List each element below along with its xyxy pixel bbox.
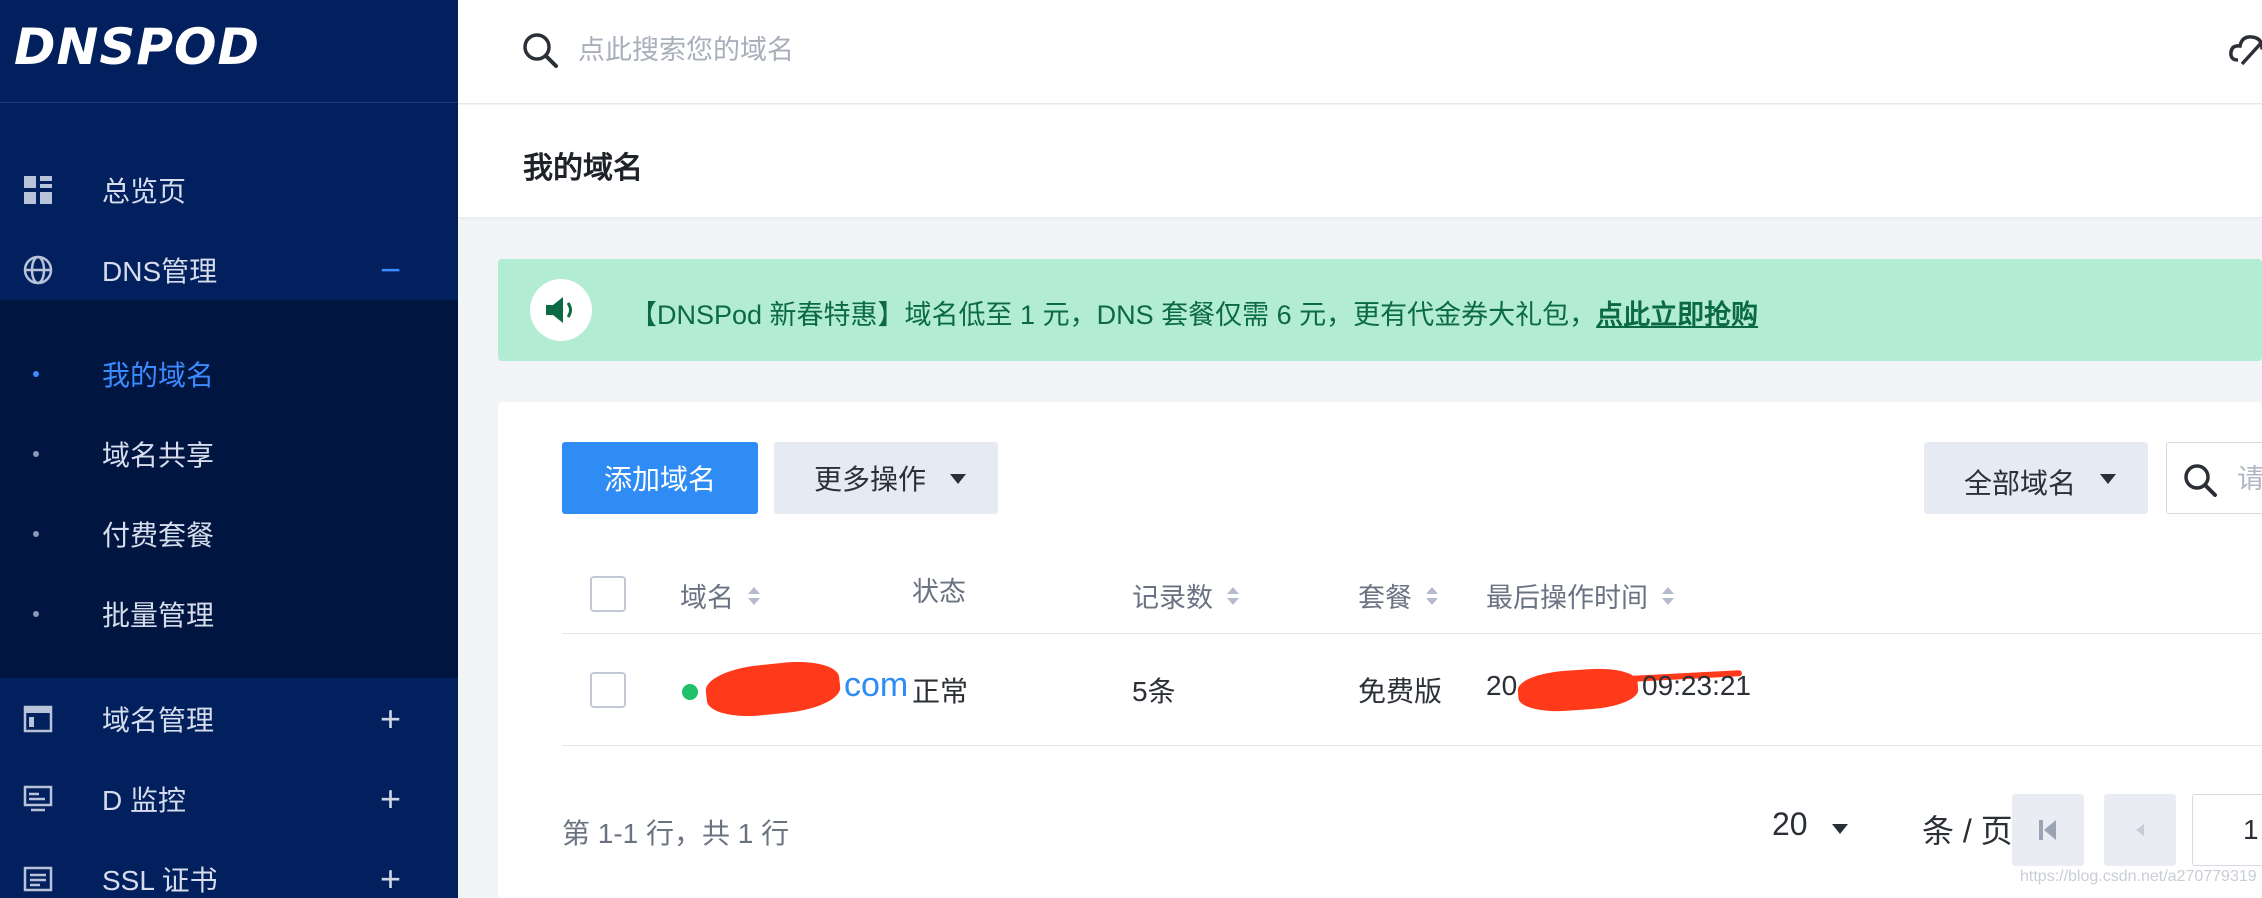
submenu-item-label: 我的域名: [102, 360, 215, 391]
domain-filter-dropdown[interactable]: 全部域名: [1924, 442, 2148, 514]
column-label: 记录数: [1132, 583, 1213, 613]
dnspod-logo[interactable]: DNSPOD: [14, 18, 260, 84]
redaction-mark: [703, 657, 843, 721]
domain-list-card: 添加域名 更多操作 全部域名 域名 状态 记录数 套餐 最后操作时间 com 正…: [498, 402, 2262, 898]
sort-icon[interactable]: [1227, 585, 1239, 607]
divider: [0, 102, 458, 103]
caret-down-icon[interactable]: [1832, 824, 1848, 834]
page-header: 我的域名: [458, 105, 2262, 217]
sidebar: DNSPOD 总览页 DNS管理 − 我的域名 域名共享 付费套餐 批量管理 域…: [0, 0, 458, 898]
sidebar-item-ssl-certificate[interactable]: SSL 证书 +: [0, 839, 458, 898]
pagination-summary: 第 1-1 行，共 1 行: [562, 818, 790, 849]
table-row: com 正常 5条 免费版 20 09:23:21: [562, 634, 2262, 746]
chevron-left-icon: [2136, 824, 2144, 836]
dashboard-grid-icon: [22, 174, 54, 206]
submenu-item-label: 域名共享: [102, 440, 215, 471]
column-plan[interactable]: 套餐: [1358, 576, 1438, 615]
page-size-select[interactable]: 20: [1772, 806, 1808, 843]
column-label: 状态: [912, 577, 966, 607]
table-search-box[interactable]: [2166, 442, 2262, 514]
globe-icon: [22, 254, 54, 286]
submenu-item-label: 批量管理: [102, 600, 215, 631]
time-suffix-cell: 09:23:21: [1642, 670, 1751, 701]
sidebar-item-label: D 监控: [102, 785, 187, 816]
first-page-button[interactable]: [2012, 794, 2084, 866]
sort-icon[interactable]: [1426, 585, 1438, 607]
bullet-dot: [33, 371, 39, 377]
table-header: 域名 状态 记录数 套餐 最后操作时间: [562, 554, 2262, 634]
sidebar-item-label: 总览页: [102, 176, 187, 207]
sidebar-item-label: 域名管理: [102, 705, 215, 736]
column-label: 域名: [680, 583, 734, 613]
sort-icon[interactable]: [748, 585, 760, 607]
sidebar-item-label: SSL 证书: [102, 865, 218, 896]
column-last-modified[interactable]: 最后操作时间: [1486, 576, 1674, 615]
select-all-checkbox[interactable]: [590, 576, 626, 612]
sidebar-item-overview[interactable]: 总览页: [0, 150, 458, 230]
records-cell: 5条: [1132, 676, 1176, 707]
first-page-icon: [2039, 820, 2056, 840]
domain-filter-label: 全部域名: [1964, 468, 2077, 499]
sidebar-item-domain-management[interactable]: 域名管理 +: [0, 679, 458, 759]
page-title: 我的域名: [523, 152, 643, 185]
more-actions-dropdown[interactable]: 更多操作: [774, 442, 998, 514]
caret-down-icon: [950, 474, 966, 484]
status-cell: 正常: [912, 676, 969, 707]
expand-icon[interactable]: +: [380, 778, 401, 820]
expand-icon[interactable]: +: [380, 858, 401, 898]
speaker-icon: [530, 279, 592, 341]
cloud-icon[interactable]: [2228, 26, 2262, 70]
sidebar-item-d-monitor[interactable]: D 监控 +: [0, 759, 458, 839]
banner-text: 【DNSPod 新春特惠】域名低至 1 元，DNS 套餐仅需 6 元，更有代金券…: [630, 293, 1758, 332]
sidebar-item-label: DNS管理: [102, 256, 218, 287]
plan-cell: 免费版: [1358, 676, 1443, 707]
submenu-item-domain-sharing[interactable]: 域名共享: [0, 414, 458, 494]
dns-submenu: 我的域名 域名共享 付费套餐 批量管理: [0, 300, 458, 678]
current-page: 1: [2243, 814, 2259, 845]
row-checkbox[interactable]: [590, 672, 626, 708]
submenu-item-my-domains[interactable]: 我的域名: [0, 334, 458, 414]
expand-icon[interactable]: +: [380, 698, 401, 740]
bullet-dot: [33, 531, 39, 537]
column-status: 状态: [912, 570, 966, 609]
more-actions-label: 更多操作: [814, 464, 927, 495]
add-domain-button[interactable]: 添加域名: [562, 442, 758, 514]
sidebar-item-dns-management[interactable]: DNS管理 −: [0, 230, 458, 310]
collapse-icon[interactable]: −: [380, 249, 401, 291]
bullet-dot: [33, 451, 39, 457]
status-dot-icon: [682, 684, 698, 700]
caret-down-icon: [2100, 474, 2116, 484]
top-bar: [458, 0, 2262, 104]
sort-icon[interactable]: [1662, 585, 1674, 607]
domain-search-input[interactable]: [578, 26, 1278, 74]
submenu-item-paid-plans[interactable]: 付费套餐: [0, 494, 458, 574]
watermark: https://blog.csdn.net/a270779319: [2020, 868, 2257, 885]
redaction-mark: [1516, 665, 1640, 715]
submenu-item-batch-management[interactable]: 批量管理: [0, 574, 458, 654]
per-page-label: 条 / 页: [1922, 813, 2013, 849]
promo-banner: 【DNSPod 新春特惠】域名低至 1 元，DNS 套餐仅需 6 元，更有代金券…: [498, 259, 2262, 361]
page-number-input[interactable]: 1: [2192, 794, 2262, 866]
column-domain[interactable]: 域名: [680, 576, 760, 615]
banner-message: 【DNSPod 新春特惠】域名低至 1 元，DNS 套餐仅需 6 元，更有代金券…: [630, 300, 1597, 330]
monitor-icon: [22, 783, 54, 815]
time-prefix-cell: 20: [1486, 670, 1518, 701]
previous-page-button[interactable]: [2104, 794, 2176, 866]
column-label: 最后操作时间: [1486, 583, 1648, 613]
column-records[interactable]: 记录数: [1132, 576, 1239, 615]
bullet-dot: [33, 611, 39, 617]
search-icon[interactable]: [520, 30, 560, 70]
search-icon: [2181, 461, 2219, 499]
certificate-icon: [22, 863, 54, 895]
column-label: 套餐: [1358, 583, 1412, 613]
submenu-item-label: 付费套餐: [102, 520, 215, 551]
table-search-input[interactable]: [2237, 459, 2262, 499]
banner-buy-link[interactable]: 点此立即抢购: [1596, 300, 1758, 330]
window-icon: [22, 703, 54, 735]
domain-link[interactable]: com: [844, 666, 908, 705]
